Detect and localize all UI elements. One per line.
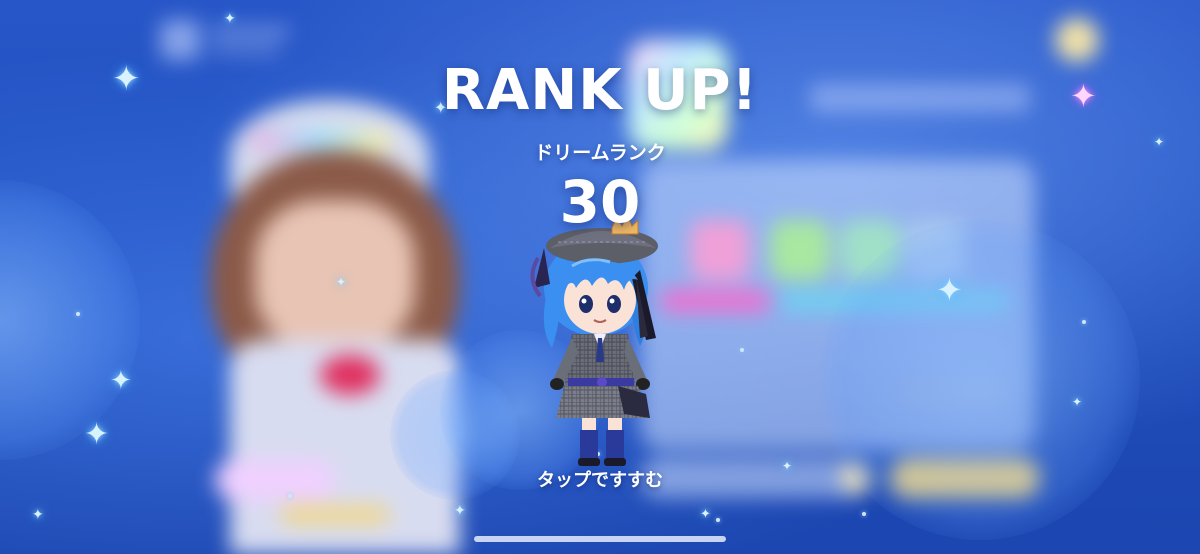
rank-up-screen: ✦ ✦ ✦ ✦ ✦ ✦ ✦ ✦ ✦ ✦ ✦ ✦ ✦ ✦ RANK UP! ドリー… [0, 0, 1200, 554]
home-indicator[interactable] [474, 536, 726, 542]
tap-to-continue-label[interactable]: タップですすむ [0, 466, 1200, 492]
